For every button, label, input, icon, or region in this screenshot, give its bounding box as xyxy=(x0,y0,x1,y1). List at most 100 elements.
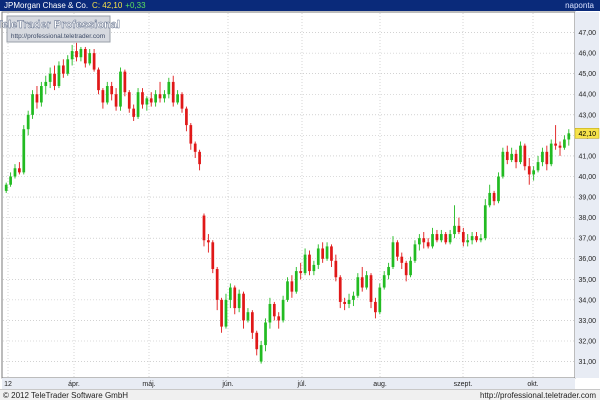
candle-body xyxy=(228,287,232,300)
candle-body xyxy=(343,301,347,304)
candle-body xyxy=(299,271,303,274)
candle-body xyxy=(382,275,386,288)
candle-body xyxy=(286,281,289,300)
candle-body xyxy=(13,168,17,177)
time-axis xyxy=(2,378,575,389)
candle-body xyxy=(514,153,518,163)
candle-body xyxy=(215,269,219,300)
y-tick-label: 37,00 xyxy=(578,236,596,243)
last-price-label: 42,10 xyxy=(578,131,596,138)
candle-body xyxy=(501,151,505,177)
candle-body xyxy=(189,125,193,144)
candle-body xyxy=(198,151,201,165)
last-price-marker: 42,10 xyxy=(574,128,600,139)
logo-url: http://professional.teletrader.com xyxy=(11,33,105,40)
close-price-label: C: 42,10 xyxy=(92,1,123,10)
period-label: naponta xyxy=(565,1,594,10)
candle-body xyxy=(132,108,136,117)
candle-body xyxy=(127,92,131,109)
y-tick-label: 31,00 xyxy=(578,359,596,366)
candle-body xyxy=(101,90,105,103)
candle-body xyxy=(272,303,276,317)
candle-body xyxy=(321,248,325,259)
x-tick-label: jún. xyxy=(221,381,233,388)
candle-body xyxy=(475,236,478,241)
x-tick-label: ápr. xyxy=(68,381,80,388)
logo-brand: TeleTrader Professional xyxy=(0,19,120,31)
candle-body xyxy=(558,145,562,148)
candle-body xyxy=(66,59,70,74)
y-tick-label: 40,00 xyxy=(578,174,596,181)
copyright-text: © 2012 TeleTrader Software GmbH xyxy=(3,391,129,400)
candle-body xyxy=(356,277,360,296)
price-change-label: +0,33 xyxy=(125,1,146,10)
candle-body xyxy=(26,114,30,130)
candle-body xyxy=(483,205,487,239)
candle-body xyxy=(435,234,439,241)
candle-body xyxy=(347,299,351,304)
candle-body xyxy=(532,170,536,175)
candle-body xyxy=(250,312,254,333)
candle-body xyxy=(255,332,259,350)
candle-body xyxy=(413,244,417,261)
candle-body xyxy=(114,94,118,107)
candle-body xyxy=(154,94,158,103)
candle-body xyxy=(541,151,544,163)
candle-body xyxy=(264,322,267,346)
candle-body xyxy=(18,168,21,173)
candle-body xyxy=(105,86,109,103)
candle-body xyxy=(97,69,100,91)
y-tick-label: 41,00 xyxy=(578,153,596,160)
candle-body xyxy=(171,81,175,103)
y-tick-label: 44,00 xyxy=(578,92,596,99)
candle-body xyxy=(31,94,34,115)
instrument-name: JPMorgan Chase & Co. xyxy=(4,1,89,10)
candle-body xyxy=(259,345,263,362)
candle-body xyxy=(316,248,320,265)
candle-body xyxy=(488,192,492,206)
candle-body xyxy=(374,301,377,313)
candle-body xyxy=(391,242,395,267)
candle-body xyxy=(369,275,373,302)
y-tick-label: 33,00 xyxy=(578,318,596,325)
candle-body xyxy=(294,271,298,292)
candle-body xyxy=(53,73,56,87)
title-bar: JPMorgan Chase & Co. C: 42,10 +0,33 napont… xyxy=(0,0,600,11)
candle-body xyxy=(563,139,566,148)
candle-body xyxy=(35,94,39,103)
candle-body xyxy=(554,143,557,146)
candle-body xyxy=(334,260,338,278)
candle-body xyxy=(39,86,43,103)
candle-body xyxy=(523,145,527,167)
candle-body xyxy=(61,65,65,74)
x-tick-label: aug. xyxy=(373,381,387,388)
candle-body xyxy=(224,299,228,327)
candle-body xyxy=(237,293,241,309)
candle-body xyxy=(400,256,404,263)
candle-body xyxy=(325,246,329,259)
candle-body xyxy=(536,162,540,171)
candle-body xyxy=(527,166,531,175)
candle-body xyxy=(79,49,83,58)
candle-body xyxy=(444,234,448,243)
y-tick-label: 43,00 xyxy=(578,112,596,119)
candle-body xyxy=(457,225,461,233)
candle-body xyxy=(396,242,399,257)
quote-header: JPMorgan Chase & Co. C: 42,10 +0,33 xyxy=(4,0,146,11)
footer-url[interactable]: http://professional.teletrader.com xyxy=(480,390,596,401)
candle-body xyxy=(75,51,78,58)
candle-body xyxy=(141,92,144,105)
candle-body xyxy=(519,145,522,163)
candle-body xyxy=(220,299,223,327)
candle-body xyxy=(422,238,426,243)
candle-body xyxy=(9,176,12,185)
candle-body xyxy=(211,242,215,270)
candle-body xyxy=(44,81,48,87)
y-tick-label: 34,00 xyxy=(578,297,596,304)
y-tick-label: 47,00 xyxy=(578,30,596,37)
candle-body xyxy=(338,277,342,302)
y-tick-label: 39,00 xyxy=(578,195,596,202)
candle-body xyxy=(505,151,509,161)
candle-body xyxy=(119,71,122,107)
candle-body xyxy=(202,215,206,241)
